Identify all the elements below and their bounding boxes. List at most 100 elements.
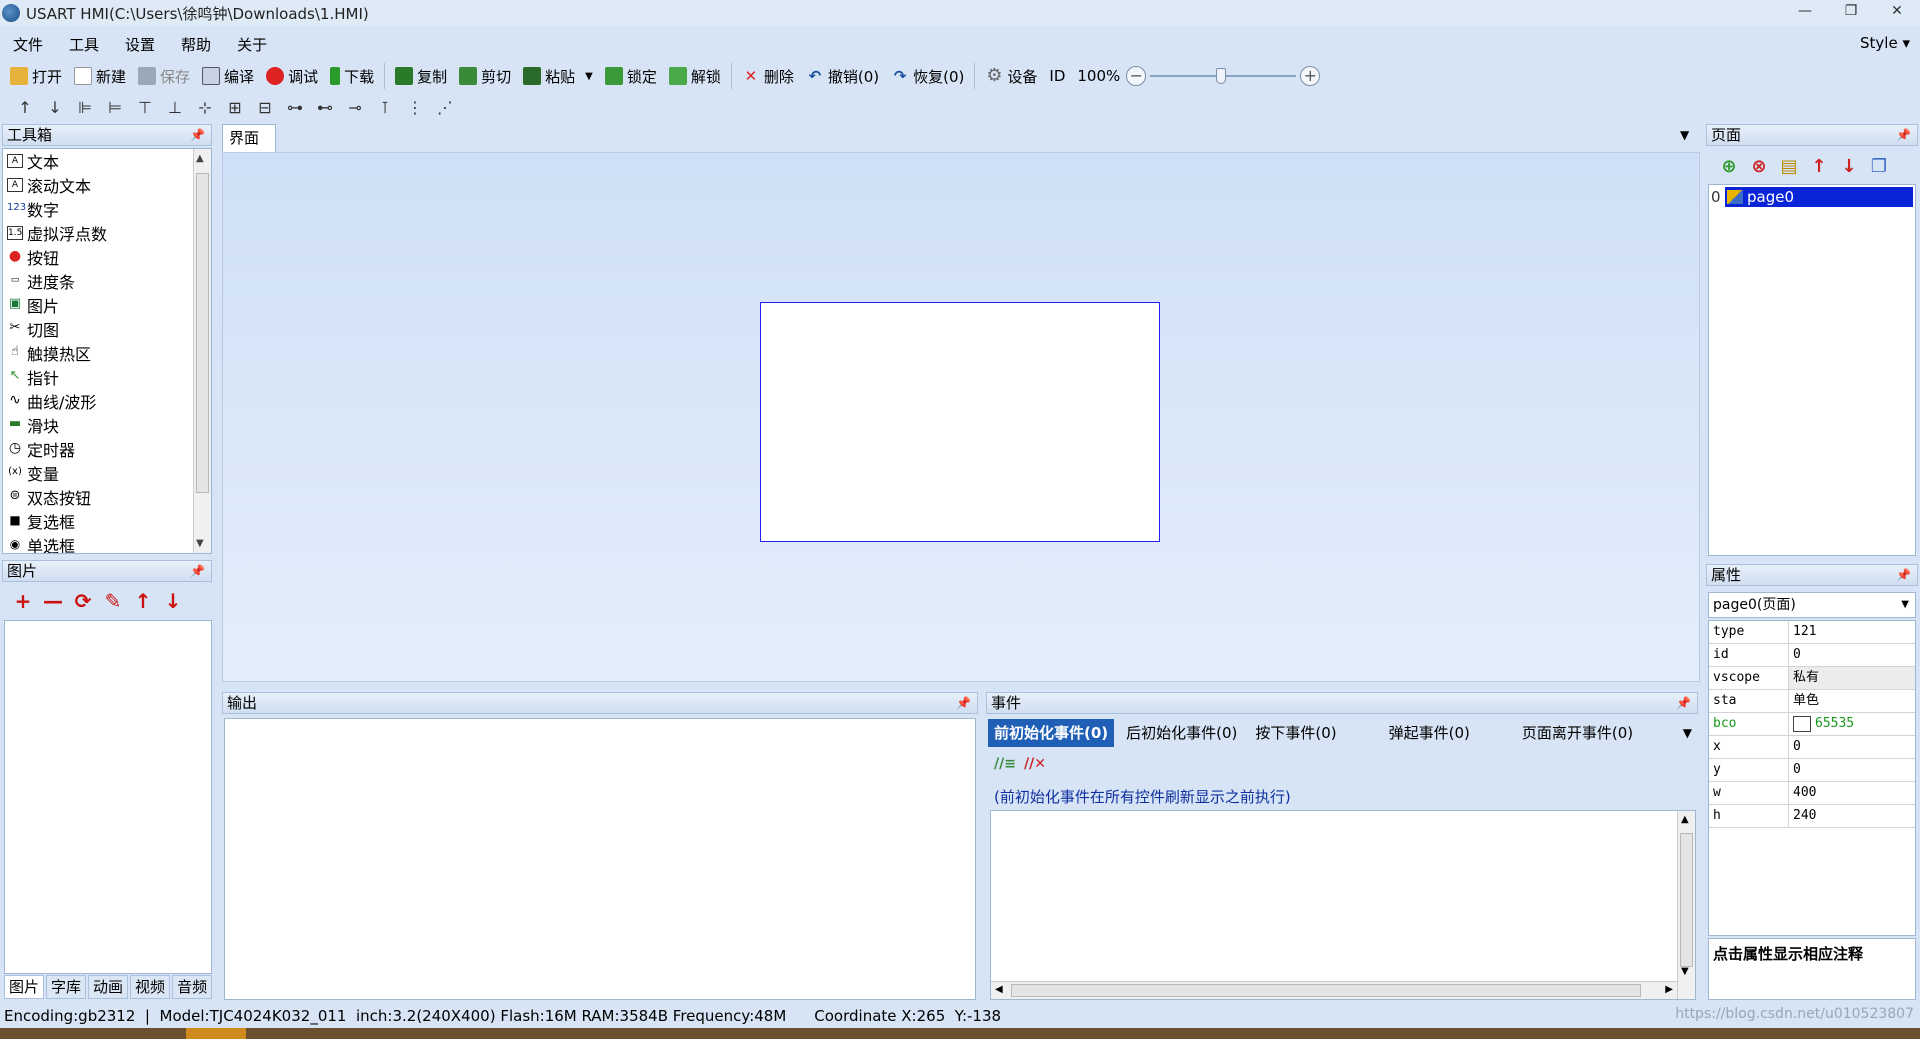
table-row[interactable]: bco 65535	[1709, 713, 1915, 736]
code-horizontal-scrollbar[interactable]: ◀ ▶	[991, 981, 1677, 999]
id-button[interactable]: ID	[1043, 62, 1071, 90]
tab-press-event[interactable]: 按下事件(0)	[1249, 719, 1342, 747]
same-height-icon[interactable]: ⊷	[310, 98, 340, 117]
table-row[interactable]: y0	[1709, 759, 1915, 782]
zoom-in-icon[interactable]: +	[1300, 66, 1321, 86]
list-item[interactable]: 0 page0	[1711, 187, 1913, 207]
toolbox-item-timer[interactable]: ◷ 定时器	[3, 437, 211, 461]
tab-page-leave-event[interactable]: 页面离开事件(0)	[1516, 719, 1639, 747]
toolbox-scrollbar[interactable]: ▲ ▼	[193, 149, 211, 553]
table-row[interactable]: h 240	[1709, 805, 1915, 828]
table-row[interactable]: sta 单色	[1709, 690, 1915, 713]
tab-fonts[interactable]: 字库	[46, 975, 87, 999]
property-value[interactable]: 私有	[1789, 667, 1915, 689]
pin-icon[interactable]: 📌	[190, 125, 205, 145]
undo-button[interactable]: ↶ 撤销(0)	[800, 62, 885, 90]
zoom-slider-thumb[interactable]	[1216, 68, 1227, 84]
menu-about[interactable]: 关于	[224, 34, 280, 55]
toolbox-scroll-thumb[interactable]	[196, 173, 209, 493]
page-canvas[interactable]	[760, 302, 1160, 542]
scroll-up-icon[interactable]: ▲	[196, 153, 204, 164]
cut-button[interactable]: 剪切	[453, 62, 517, 90]
zoom-out-icon[interactable]: −	[1126, 66, 1147, 86]
table-row[interactable]: w 400	[1709, 782, 1915, 805]
object-select[interactable]: page0(页面) ▼	[1708, 592, 1916, 618]
menu-help[interactable]: 帮助	[168, 34, 224, 55]
scroll-left-icon[interactable]: ◀	[995, 984, 1003, 995]
toolbox-item-picture[interactable]: ▣ 图片	[3, 293, 211, 317]
code-vertical-scrollbar[interactable]: ▲ ▼	[1677, 811, 1695, 999]
tab-audio[interactable]: 音频	[172, 975, 213, 999]
scroll-right-icon[interactable]: ▶	[1665, 984, 1673, 995]
pin-icon[interactable]: 📌	[1896, 125, 1911, 145]
color-swatch[interactable]	[1793, 716, 1811, 732]
move-image-down-icon[interactable]: ↓	[158, 589, 188, 613]
new-button[interactable]: 新建	[68, 62, 132, 90]
output-console[interactable]	[224, 718, 976, 1000]
compile-button[interactable]: 编译	[196, 62, 260, 90]
align-left-icon[interactable]: ⊫	[70, 98, 100, 117]
redo-button[interactable]: ↷ 恢复(0)	[885, 62, 970, 90]
debug-button[interactable]: 调试	[260, 62, 324, 90]
same-width-icon[interactable]: ⊶	[280, 98, 310, 117]
tab-release-event[interactable]: 弹起事件(0)	[1383, 719, 1476, 747]
copy-page-icon[interactable]: ❐	[1864, 156, 1894, 177]
lock-button[interactable]: 锁定	[599, 62, 663, 90]
pin-icon[interactable]: 📌	[956, 693, 971, 713]
menu-file[interactable]: 文件	[0, 34, 56, 55]
align-center-v-icon[interactable]: ⊞	[220, 98, 250, 117]
align-right-icon[interactable]: ⊨	[100, 98, 130, 117]
distribute-v-icon[interactable]: ⊺	[370, 98, 400, 117]
code-vscroll-thumb[interactable]	[1680, 833, 1693, 967]
toolbox-item-progress-bar[interactable]: ▭ 进度条	[3, 269, 211, 293]
toolbox-item-text[interactable]: A 文本	[3, 149, 211, 173]
download-button[interactable]: 下载	[324, 62, 380, 90]
paste-button[interactable]: 粘贴 ▼	[517, 62, 599, 90]
chevron-down-icon[interactable]: ▼	[1901, 593, 1909, 617]
zoom-slider[interactable]	[1150, 66, 1297, 86]
edit-image-icon[interactable]: ✎	[98, 589, 128, 613]
align-center-h-icon[interactable]: ⊹	[190, 98, 220, 117]
spacing-h-icon[interactable]: ⋰	[430, 98, 460, 117]
move-image-up-icon[interactable]: ↑	[128, 589, 158, 613]
toolbox-item-number[interactable]: 123 数字	[3, 197, 211, 221]
page-item-selected[interactable]: page0	[1725, 187, 1913, 207]
align-top-icon[interactable]: ⊤	[130, 98, 160, 117]
scroll-down-icon[interactable]: ▼	[196, 538, 204, 549]
event-code-editor[interactable]: ▲ ▼ ◀ ▶	[990, 810, 1696, 1000]
toolbox-item-float[interactable]: 1.5 虚拟浮点数	[3, 221, 211, 245]
tab-preinit-event[interactable]: 前初始化事件(0)	[988, 719, 1115, 747]
tab-animations[interactable]: 动画	[88, 975, 129, 999]
pin-icon[interactable]: 📌	[1896, 565, 1911, 585]
toolbox-item-dual-state-button[interactable]: ⊜ 双态按钮	[3, 485, 211, 509]
toolbox-item-waveform[interactable]: ∿ 曲线/波形	[3, 389, 211, 413]
toolbox-item-crop[interactable]: ✂ 切图	[3, 317, 211, 341]
open-button[interactable]: 打开	[4, 62, 68, 90]
toolbox-item-checkbox[interactable]: ■ 复选框	[3, 509, 211, 533]
align-bottom-icon[interactable]: ⊥	[160, 98, 190, 117]
delete-button[interactable]: ✕ 删除	[736, 62, 800, 90]
minimize-button[interactable]: —	[1782, 0, 1828, 26]
close-button[interactable]: ✕	[1874, 0, 1920, 26]
toolbox-item-hotspot[interactable]: ☝ 触摸热区	[3, 341, 211, 365]
toolbox-item-slider[interactable]: ▬ 滑块	[3, 413, 211, 437]
remove-image-icon[interactable]: —	[38, 589, 68, 613]
same-size-icon[interactable]: ⊟	[250, 98, 280, 117]
move-page-up-icon[interactable]: ↑	[1804, 156, 1834, 177]
save-button[interactable]: 保存	[132, 62, 196, 90]
toolbox-item-radio[interactable]: ◉ 单选框	[3, 533, 211, 553]
menu-settings[interactable]: 设置	[112, 34, 168, 55]
import-page-icon[interactable]: ▤	[1774, 156, 1804, 177]
scroll-up-icon[interactable]: ▲	[1681, 814, 1689, 825]
device-button[interactable]: ⚙ 设备	[979, 62, 1043, 90]
unlock-button[interactable]: 解锁	[663, 62, 727, 90]
delete-page-icon[interactable]: ⊗	[1744, 156, 1774, 177]
paste-dropdown-icon[interactable]: ▼	[585, 71, 593, 82]
add-page-icon[interactable]: ⊕	[1714, 156, 1744, 177]
toolbox-item-pointer[interactable]: ↖ 指针	[3, 365, 211, 389]
tab-images[interactable]: 图片	[4, 975, 45, 999]
pin-icon[interactable]: 📌	[190, 561, 205, 581]
style-menu[interactable]: Style ▾	[1860, 34, 1910, 52]
table-row[interactable]: vscope 私有	[1709, 667, 1915, 690]
replace-image-icon[interactable]: ⟳	[68, 589, 98, 613]
